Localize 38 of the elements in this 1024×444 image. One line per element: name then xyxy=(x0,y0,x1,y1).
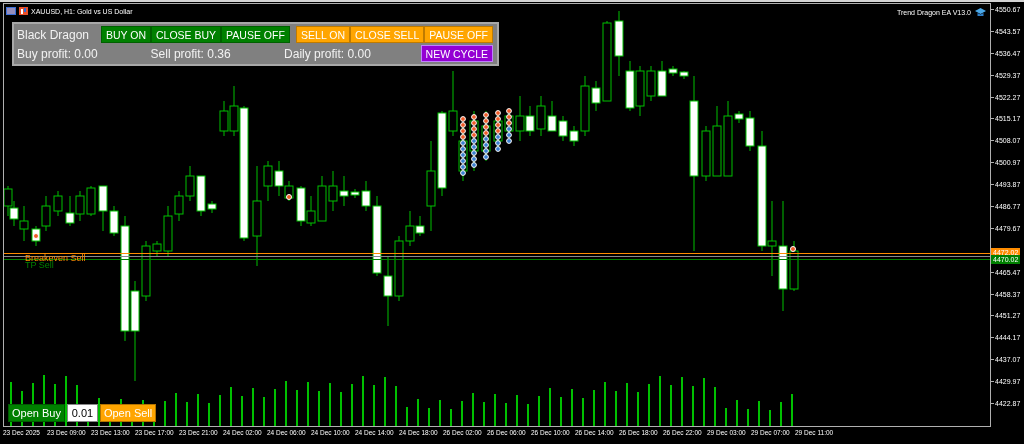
candle xyxy=(65,195,75,227)
open-buy-button[interactable]: Open Buy xyxy=(8,404,65,422)
new-cycle-button[interactable]: NEW CYCLE xyxy=(420,45,493,62)
signal-dot xyxy=(33,233,39,239)
candle xyxy=(383,255,393,327)
graduation-cap-icon[interactable] xyxy=(975,8,986,17)
candle xyxy=(86,185,96,217)
candle xyxy=(614,10,624,77)
candle xyxy=(646,65,656,102)
chart-icon[interactable] xyxy=(19,7,28,15)
candle xyxy=(4,185,13,217)
profit-text: Daily profit: 0.00 xyxy=(284,46,372,61)
candle xyxy=(625,60,635,112)
candle xyxy=(19,205,29,242)
signal-dot xyxy=(790,246,796,252)
candle xyxy=(328,170,338,212)
panel-button[interactable]: PAUSE OFF xyxy=(221,26,290,43)
line-label: TP Sell xyxy=(25,260,54,270)
candle xyxy=(185,165,195,202)
candle xyxy=(296,185,306,227)
candle xyxy=(9,200,19,227)
candle xyxy=(448,70,458,137)
candle xyxy=(701,125,711,182)
signal-dot xyxy=(286,194,292,200)
lot-size-field[interactable]: 0.01 xyxy=(66,404,98,422)
panel-button[interactable]: CLOSE BUY xyxy=(151,26,222,43)
candle xyxy=(75,190,85,222)
candle xyxy=(712,105,722,177)
panel-title: Black Dragon xyxy=(17,27,91,42)
candle xyxy=(558,115,568,142)
candle xyxy=(53,190,63,217)
candle xyxy=(219,100,229,137)
panel-button[interactable]: BUY ON xyxy=(100,26,151,43)
candle xyxy=(536,95,546,137)
profit-text: Sell profit: 0.36 xyxy=(150,46,232,61)
profit-text: Buy profit: 0.00 xyxy=(17,46,99,61)
candle xyxy=(635,65,645,117)
candle xyxy=(547,100,557,132)
